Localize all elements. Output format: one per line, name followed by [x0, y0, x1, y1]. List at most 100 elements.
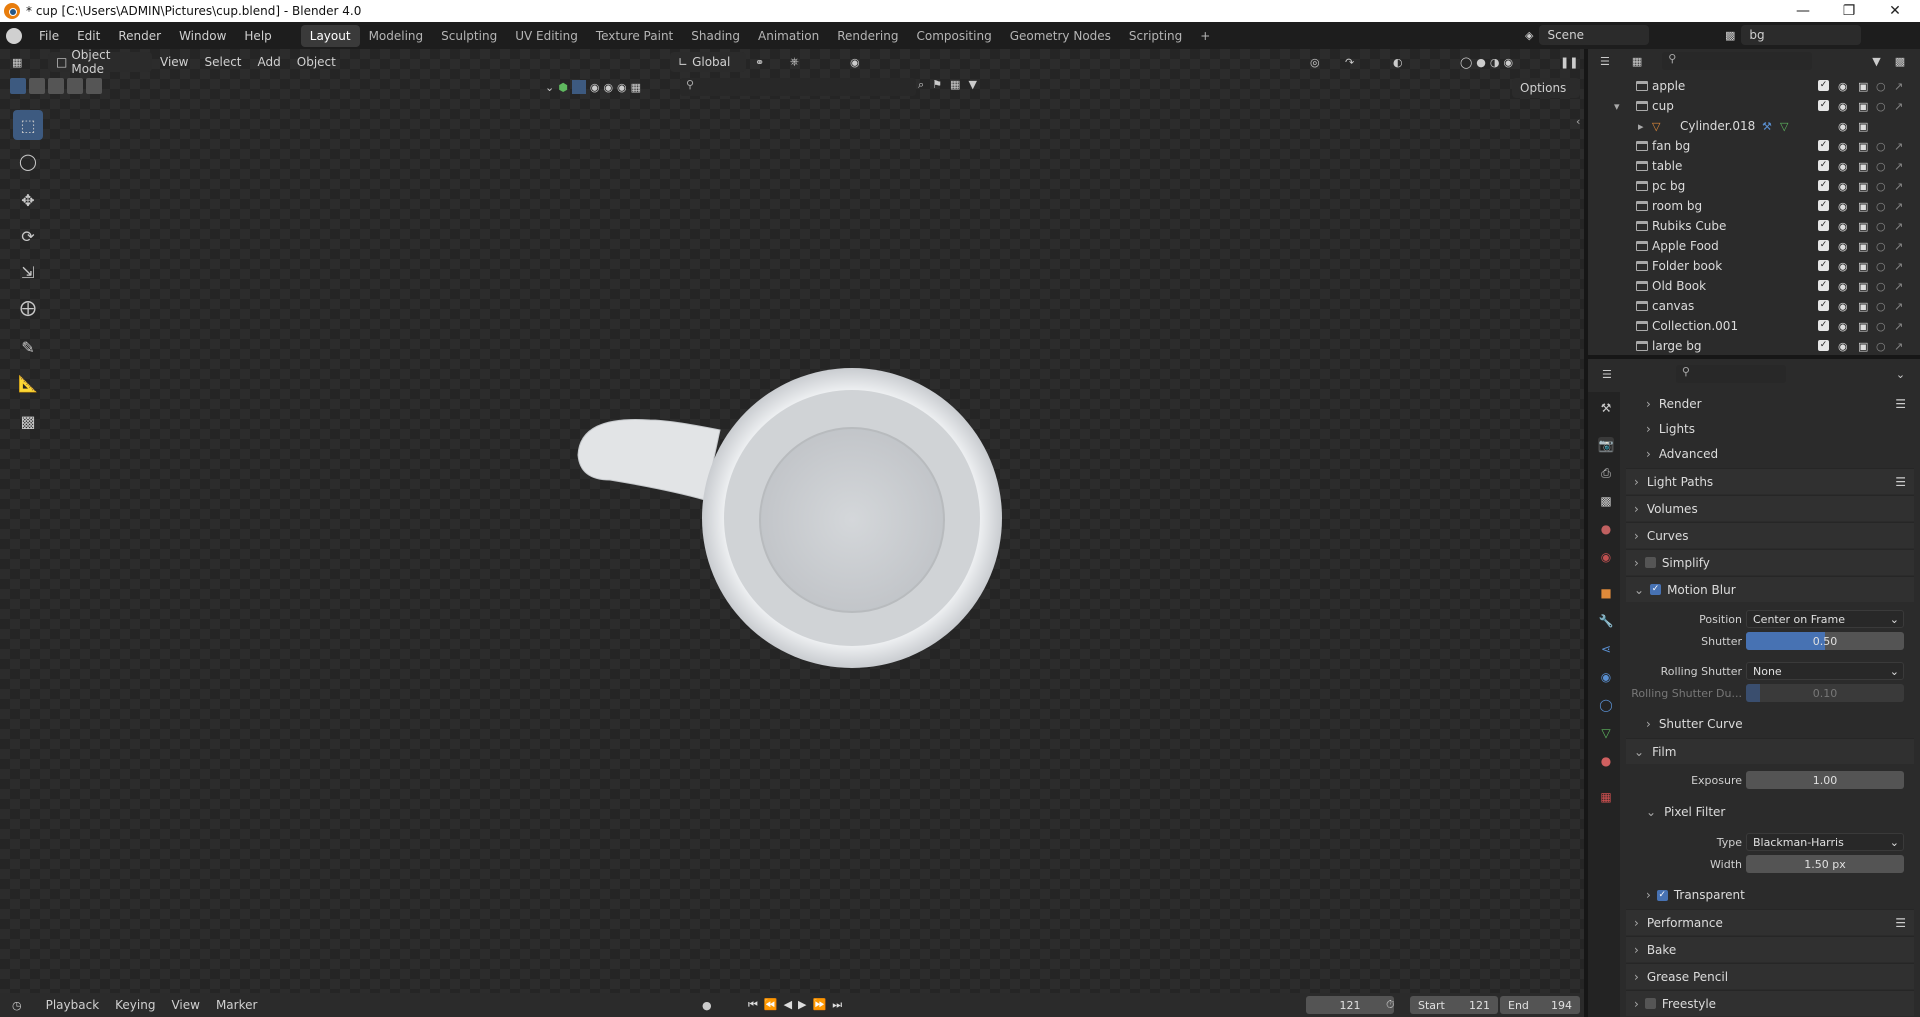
outliner-row[interactable]: Rubiks Cube ✓ ◉ ▣ ○ ↗ [1588, 216, 1920, 236]
eye-icon[interactable]: ◉ [1838, 340, 1848, 353]
annotate-tool-icon[interactable]: ✎ [13, 332, 43, 362]
exclude-checkbox[interactable]: ✓ [1818, 180, 1829, 191]
select-intersect-icon[interactable] [86, 78, 102, 94]
view-layer-tab-icon[interactable]: ▩ [1598, 493, 1614, 509]
object-tab-icon[interactable]: ■ [1598, 585, 1614, 601]
exclude-checkbox[interactable]: ✓ [1818, 240, 1829, 251]
render-camera-icon[interactable]: ▣ [1858, 100, 1868, 113]
filter-empty-icon[interactable]: ▦ [631, 81, 641, 94]
menu-window[interactable]: Window [170, 29, 235, 43]
outliner-row[interactable]: apple ✓ ◉ ▣ ○ ↗ [1588, 76, 1920, 96]
rotate-tool-icon[interactable]: ⟳ [13, 221, 43, 251]
mesh-data-icon[interactable]: ▽ [1780, 120, 1788, 133]
eye-icon[interactable]: ◉ [1838, 180, 1848, 193]
chevron-down-icon[interactable]: ⌄ [1896, 368, 1905, 381]
panel-simplify[interactable]: › Simplify [1626, 549, 1914, 575]
outliner-row[interactable]: fan bg ✓ ◉ ▣ ○ ↗ [1588, 136, 1920, 156]
panel-transparent[interactable]: › ✓ Transparent [1626, 882, 1914, 908]
outliner-row[interactable]: Collection.001 ✓ ◉ ▣ ○ ↗ [1588, 316, 1920, 336]
render-camera-icon[interactable]: ▣ [1858, 180, 1868, 193]
indirect-only-icon[interactable]: ↗ [1894, 80, 1903, 93]
exclude-checkbox[interactable]: ✓ [1818, 220, 1829, 231]
transform-tool-icon[interactable]: ⨁ [13, 292, 43, 322]
panel-grease-pencil[interactable]: › Grease Pencil [1626, 963, 1914, 989]
chevron-down-icon[interactable]: ⌄ [545, 81, 554, 94]
outliner-row[interactable]: Apple Food ✓ ◉ ▣ ○ ↗ [1588, 236, 1920, 256]
outliner-row[interactable]: room bg ✓ ◉ ▣ ○ ↗ [1588, 196, 1920, 216]
indirect-only-icon[interactable]: ↗ [1894, 160, 1903, 173]
tab-sculpting[interactable]: Sculpting [432, 25, 506, 47]
render-camera-icon[interactable]: ▣ [1858, 200, 1868, 213]
pivot-icon[interactable]: ⚭ [755, 56, 764, 69]
blender-menu-icon[interactable] [6, 27, 22, 44]
measure-tool-icon[interactable]: 📐 [13, 368, 43, 398]
pause-render-icon[interactable]: ❚❚ [1560, 56, 1578, 69]
panel-advanced[interactable]: › Advanced [1626, 441, 1914, 467]
editor-type-icon[interactable]: ▦ [12, 56, 34, 69]
list-icon[interactable]: ☰ [1895, 916, 1906, 930]
filter-light-icon[interactable]: ◉ [603, 81, 613, 94]
bookmark-icon[interactable]: ⚑ [932, 78, 942, 96]
current-frame-field[interactable]: 121 [1306, 996, 1394, 1014]
holdout-icon[interactable]: ○ [1876, 260, 1886, 273]
visibility-icon[interactable]: ◎ [1310, 56, 1320, 69]
filter-mesh-icon[interactable] [571, 80, 586, 94]
eye-icon[interactable]: ◉ [1838, 80, 1848, 93]
playback-controls[interactable]: ⏮⏪◀▶⏩⏭ [748, 998, 848, 1012]
exclude-checkbox[interactable]: ✓ [1818, 260, 1829, 271]
menu-render[interactable]: Render [109, 29, 170, 43]
render-camera-icon[interactable]: ▣ [1858, 300, 1868, 313]
proportional-edit-icon[interactable]: ◉ [850, 56, 860, 69]
properties-search-input[interactable]: ⚲ [1675, 365, 1786, 383]
eye-icon[interactable]: ◉ [1838, 300, 1848, 313]
position-dropdown[interactable]: Center on Frame ⌄ [1746, 610, 1904, 628]
filter-width-field[interactable]: 1.50 px [1746, 855, 1904, 873]
panel-film[interactable]: ⌄ Film [1626, 738, 1914, 764]
data-tab-icon[interactable]: ▽ [1598, 725, 1614, 741]
menu-view[interactable]: View [152, 52, 196, 72]
simplify-checkbox[interactable] [1644, 557, 1656, 568]
holdout-icon[interactable]: ○ [1876, 220, 1886, 233]
orientation-selector[interactable]: ∟ Global [670, 52, 746, 72]
menu-help[interactable]: Help [235, 29, 280, 43]
holdout-icon[interactable]: ○ [1876, 340, 1886, 353]
physics-tab-icon[interactable]: ◉ [1598, 669, 1614, 685]
menu-keying[interactable]: Keying [107, 995, 163, 1015]
tool-tab-icon[interactable]: ⚒ [1598, 400, 1614, 416]
exclude-checkbox[interactable]: ✓ [1818, 340, 1829, 351]
shutter-slider[interactable]: 0.50 [1746, 632, 1904, 650]
record-icon[interactable]: ● [702, 999, 712, 1012]
sync-icon[interactable]: ⌕ [918, 78, 924, 96]
expand-icon[interactable]: ▾ [1614, 100, 1620, 113]
texture-tab-icon[interactable]: ▦ [1598, 789, 1614, 805]
panel-performance[interactable]: › Performance ☰ [1626, 909, 1914, 935]
holdout-icon[interactable]: ○ [1876, 180, 1886, 193]
close-icon[interactable]: ✕ [1872, 0, 1918, 22]
eye-icon[interactable]: ◉ [1838, 160, 1848, 173]
holdout-icon[interactable]: ○ [1876, 160, 1886, 173]
render-camera-icon[interactable]: ▣ [1858, 80, 1868, 93]
outliner-row[interactable]: table ✓ ◉ ▣ ○ ↗ [1588, 156, 1920, 176]
freestyle-checkbox[interactable] [1644, 998, 1656, 1009]
panel-pixel-filter[interactable]: ⌄ Pixel Filter [1626, 799, 1914, 825]
filter-type-dropdown[interactable]: Blackman-Harris ⌄ [1746, 833, 1904, 851]
menu-edit[interactable]: Edit [68, 29, 109, 43]
exclude-checkbox[interactable]: ✓ [1818, 200, 1829, 211]
indirect-only-icon[interactable]: ↗ [1894, 200, 1903, 213]
indirect-only-icon[interactable]: ↗ [1894, 180, 1903, 193]
object-types-icon[interactable]: ⬢ [558, 81, 568, 94]
render-camera-icon[interactable]: ▣ [1858, 160, 1868, 173]
stopwatch-icon[interactable]: ⏱ [1386, 998, 1395, 1012]
select-box-tool-icon[interactable]: ⬚ [13, 110, 43, 140]
panel-bake[interactable]: › Bake [1626, 936, 1914, 962]
gizmo-icon[interactable]: ↷ [1345, 56, 1354, 69]
outliner-row[interactable]: Old Book ✓ ◉ ▣ ○ ↗ [1588, 276, 1920, 296]
timeline-editor-icon[interactable]: ◷ [12, 999, 22, 1012]
world-tab-icon[interactable]: ◉ [1598, 549, 1614, 565]
panel-light-paths[interactable]: › Light Paths ☰ [1626, 468, 1914, 494]
scene-tab-icon[interactable]: ● [1598, 521, 1614, 537]
add-cube-tool-icon[interactable]: ▩ [13, 406, 43, 436]
panel-lights[interactable]: › Lights [1626, 416, 1914, 442]
shading-modes-icon[interactable]: ◯●◑◉ [1460, 56, 1517, 69]
panel-render[interactable]: › Render ☰ [1626, 391, 1914, 417]
